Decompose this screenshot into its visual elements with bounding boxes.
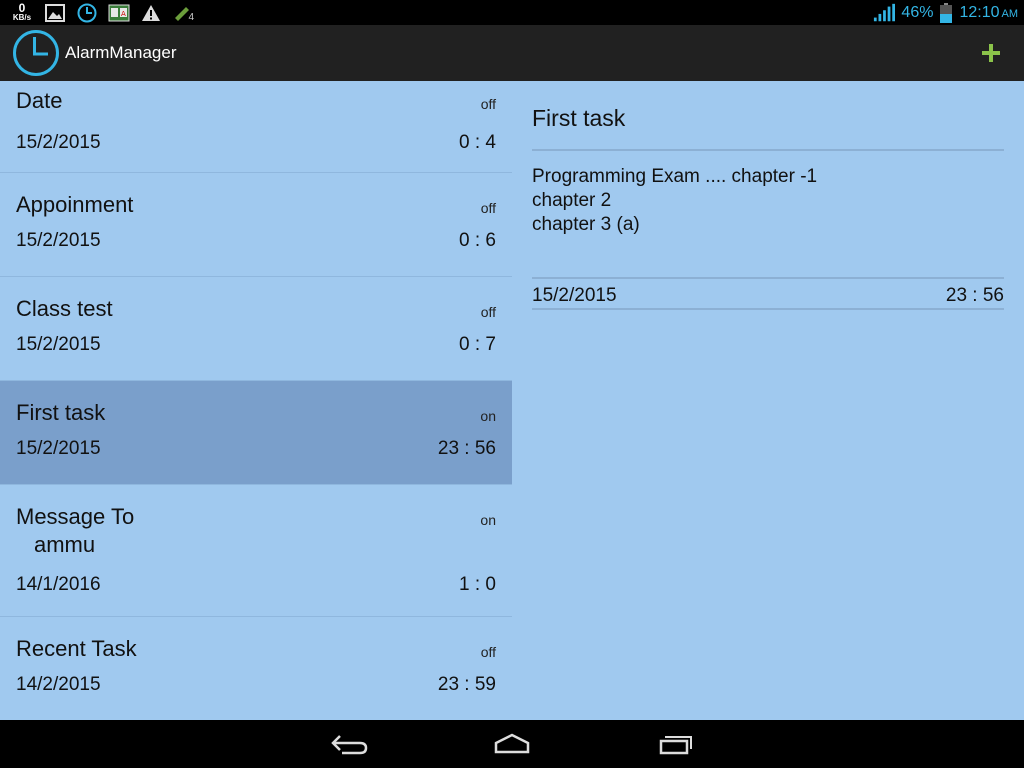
alarm-title-text: Date xyxy=(16,88,63,113)
status-bar-notifications: 0 KB/s A 4 xyxy=(10,0,194,25)
recent-apps-icon xyxy=(659,736,692,755)
alarm-title: Date xyxy=(16,87,62,115)
alarm-date: 15/2/2015 xyxy=(16,230,101,251)
alarm-date: 15/2/2015 xyxy=(16,438,101,459)
alarm-title: First task xyxy=(16,399,105,427)
add-alarm-button[interactable] xyxy=(976,38,1006,68)
alarm-date: 15/2/2015 xyxy=(16,334,101,355)
warning-icon xyxy=(140,3,162,23)
clock-time: 12:10 xyxy=(959,3,1000,21)
alarm-title-text: First task xyxy=(16,400,106,425)
alarm-title: Message To ammu xyxy=(16,503,134,559)
network-speed-indicator: 0 KB/s xyxy=(10,0,34,22)
home-button[interactable] xyxy=(484,728,540,760)
detail-title-divider xyxy=(532,149,1004,151)
alarm-status: off xyxy=(480,200,496,216)
detail-body-divider xyxy=(532,277,1004,279)
alarm-list-item[interactable]: Message To ammu on 14/1/2016 1 : 0 xyxy=(0,485,512,617)
missed-call-icon: 4 xyxy=(172,3,194,23)
detail-date: 15/2/2015 xyxy=(532,285,617,306)
alarm-time: 0 : 7 xyxy=(459,334,496,355)
battery-percentage: 46% xyxy=(901,3,934,21)
alarm-title-continuation: ammu xyxy=(34,532,96,557)
alarm-list-item[interactable]: First task on 15/2/2015 23 : 56 xyxy=(0,381,512,485)
battery-icon xyxy=(939,2,953,23)
alarm-list[interactable]: Date off 15/2/2015 0 : 4 Appoinment off 15/2/2… xyxy=(0,81,512,720)
status-bar-system: 46% 12:10 AM xyxy=(873,0,1018,25)
alarm-time: 0 : 6 xyxy=(459,230,496,251)
alarm-title-text: Message To xyxy=(16,504,135,529)
home-icon xyxy=(494,733,530,754)
detail-title: First task xyxy=(532,105,626,131)
alarm-date: 14/2/2015 xyxy=(16,674,101,695)
network-speed-unit: KB/s xyxy=(12,12,32,22)
svg-text:A: A xyxy=(121,10,126,18)
alarm-date: 15/2/2015 xyxy=(16,132,101,153)
alarm-title: Recent Task xyxy=(16,635,137,663)
alarm-clock-app-icon[interactable] xyxy=(12,29,60,77)
back-icon xyxy=(331,735,368,755)
recent-apps-button[interactable] xyxy=(647,728,703,760)
signal-strength-icon xyxy=(873,3,896,23)
alarm-title: Class test xyxy=(16,295,113,323)
status-bar: 0 KB/s A 4 46% 12:10 AM xyxy=(0,0,1024,25)
app-title: AlarmManager xyxy=(65,43,177,62)
alarm-title-text: Appoinment xyxy=(16,192,134,217)
clock-ampm: AM xyxy=(1001,7,1019,20)
alarm-time: 23 : 56 xyxy=(437,438,496,459)
alarm-date: 14/1/2016 xyxy=(16,574,101,595)
alarm-status: on xyxy=(480,408,496,424)
alarm-title-text: Recent Task xyxy=(16,636,137,661)
alarm-title: Appoinment xyxy=(16,191,133,219)
alarm-title-text: Class test xyxy=(16,296,113,321)
alarm-list-item[interactable]: Appoinment off 15/2/2015 0 : 6 xyxy=(0,173,512,277)
alarm-time: 1 : 0 xyxy=(459,574,496,595)
alarm-list-item[interactable]: Date off 15/2/2015 0 : 4 xyxy=(0,81,512,173)
alarm-status: off xyxy=(480,96,496,112)
alarm-status: on xyxy=(480,512,496,528)
detail-body-line: Programming Exam .... chapter -1 xyxy=(532,166,818,187)
action-bar: AlarmManager xyxy=(0,25,1024,82)
back-button[interactable] xyxy=(322,728,378,760)
detail-body-line: chapter 3 (a) xyxy=(532,214,640,235)
alarm-list-item[interactable]: Class test off 15/2/2015 0 : 7 xyxy=(0,277,512,381)
alarm-status: off xyxy=(480,644,496,660)
network-speed-value: 0 xyxy=(18,0,26,15)
content-area: Date off 15/2/2015 0 : 4 Appoinment off 15/2/2… xyxy=(0,81,1024,720)
clock: 12:10 AM xyxy=(959,4,1018,22)
alarm-detail-pane: First task Programming Exam .... chapter… xyxy=(512,81,1024,720)
navigation-bar xyxy=(0,720,1024,768)
detail-footer-divider xyxy=(532,308,1004,310)
alarm-time: 0 : 4 xyxy=(459,132,496,153)
detail-body-line: chapter 2 xyxy=(532,190,612,211)
notification-count-badge: 4 xyxy=(188,11,194,23)
translator-app-icon: A xyxy=(108,3,130,23)
alarm-list-item[interactable]: Recent Task off 14/2/2015 23 : 59 xyxy=(0,617,512,720)
alarm-status: off xyxy=(480,304,496,320)
detail-time: 23 : 56 xyxy=(945,285,1004,306)
plus-icon xyxy=(982,44,1000,62)
detail-body: Programming Exam .... chapter -1 chapter… xyxy=(532,165,817,237)
gallery-icon xyxy=(44,3,66,23)
alarm-time: 23 : 59 xyxy=(437,674,496,695)
alarm-clock-notification-icon xyxy=(76,3,98,23)
